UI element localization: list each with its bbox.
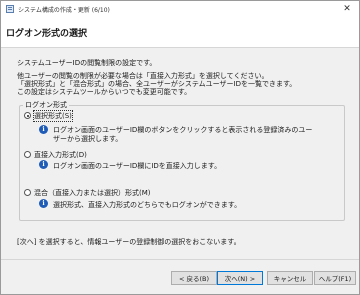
info-icon: i bbox=[39, 160, 48, 169]
logon-format-group-label: ログオン形式 bbox=[23, 100, 69, 110]
radio-mixed-format[interactable] bbox=[24, 189, 31, 196]
button-separator bbox=[1, 259, 359, 260]
title-bar: システム構成の作成・更新 (6/10) ✕ bbox=[1, 1, 359, 17]
header-panel: ログオン形式の選択 bbox=[1, 17, 359, 48]
radio-direct-input-format-label[interactable]: 直接入力形式(D) bbox=[34, 150, 87, 160]
radio-selection-format[interactable] bbox=[24, 112, 31, 119]
radio-mixed-format-label[interactable]: 混合（直接入力または選択）形式(M) bbox=[34, 188, 151, 198]
info-icon: i bbox=[39, 199, 48, 208]
help-button[interactable]: ヘルプ(F1) bbox=[314, 271, 356, 285]
intro-line-1: システムユーザーIDの閲覧制限の設定です。 bbox=[17, 59, 157, 67]
selection-format-desc-2: ザーから選択します。 bbox=[53, 135, 123, 143]
next-button[interactable]: 次へ(N) > bbox=[217, 271, 263, 285]
wizard-window: システム構成の作成・更新 (6/10) ✕ ログオン形式の選択 システムユーザー… bbox=[0, 0, 360, 295]
footer-note: [次へ] を選択すると、情報ユーザーの登録制御の選択をおこないます。 bbox=[17, 238, 241, 246]
page-title: ログオン形式の選択 bbox=[6, 29, 88, 39]
direct-input-format-desc: ログオン画面のユーザーID欄にIDを直接入力します。 bbox=[53, 162, 222, 170]
info-icon: i bbox=[39, 125, 48, 134]
intro-line-4: この設定はシステムツールからいつでも変更可能です。 bbox=[17, 88, 192, 96]
close-icon[interactable]: ✕ bbox=[341, 3, 353, 15]
radio-direct-input-format[interactable] bbox=[24, 151, 31, 158]
back-button[interactable]: < 戻る(B) bbox=[171, 271, 217, 285]
cancel-button[interactable]: キャンセル bbox=[267, 271, 313, 285]
radio-selection-format-label[interactable]: 選択形式(S) bbox=[33, 110, 73, 122]
app-icon bbox=[6, 5, 14, 13]
window-title: システム構成の作成・更新 (6/10) bbox=[18, 7, 110, 14]
mixed-format-desc: 選択形式、直接入力形式のどちらでもログオンができます。 bbox=[53, 201, 242, 209]
